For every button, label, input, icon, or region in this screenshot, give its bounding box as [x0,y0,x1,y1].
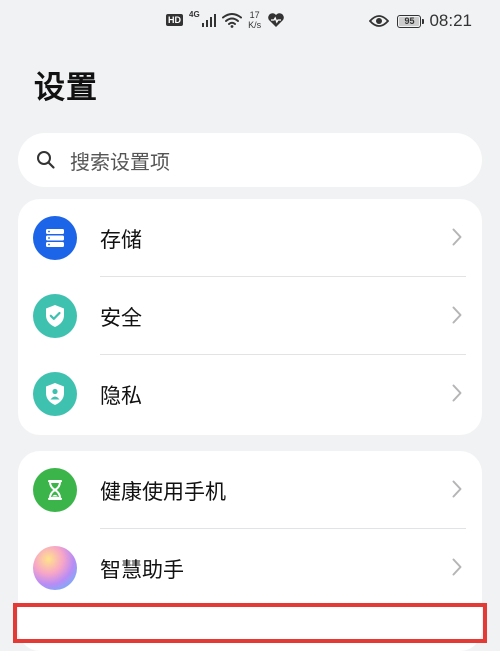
search-input[interactable]: 搜索设置项 [18,133,482,187]
signal-icon [201,13,217,27]
settings-item-digital-balance[interactable]: 健康使用手机 [18,451,482,529]
battery-icon: 95 [397,14,425,28]
storage-icon [33,216,77,260]
chevron-right-icon [452,306,462,324]
settings-item-privacy[interactable]: 隐私 [18,355,482,433]
hourglass-icon [33,468,77,512]
speed-value: 17 [249,10,260,20]
security-shield-icon [33,294,77,338]
battery-level: 95 [404,16,415,26]
settings-group-1: 存储 安全 隐私 [18,199,482,435]
search-icon [37,151,55,169]
speed-unit: K/s [248,20,262,30]
highlight-box [13,603,487,643]
smart-assistant-icon [33,546,77,590]
settings-item-label: 存储 [100,228,142,252]
settings-item-storage[interactable]: 存储 [18,199,482,277]
network-type: 4G [189,9,200,19]
chevron-right-icon [452,228,462,246]
privacy-icon [33,372,77,416]
clock: 08:21 [429,11,472,30]
settings-item-smart-assistant[interactable]: 智慧助手 [18,529,482,607]
settings-item-label: 安全 [100,306,142,330]
hd-icon: HD [166,14,183,26]
settings-item-security[interactable]: 安全 [18,277,482,355]
settings-item-label: 智慧助手 [100,558,184,582]
status-bar-left-icons: HD 4G 17 K/s [166,10,285,30]
network-speed: 17 K/s [248,10,261,30]
status-bar-right-icons: 95 08:21 [369,11,472,31]
heart-icon [268,13,284,27]
search-placeholder: 搜索设置项 [70,149,170,174]
settings-item-label: 隐私 [100,384,142,408]
settings-item-label: 健康使用手机 [100,480,226,504]
page-title: 设置 [34,70,98,106]
chevron-right-icon [452,480,462,498]
status-bar: HD 4G 17 K/s 95 08:21 [0,0,500,44]
chevron-right-icon [452,384,462,402]
eye-icon [369,15,390,27]
wifi-icon [222,13,243,28]
chevron-right-icon [452,558,462,576]
